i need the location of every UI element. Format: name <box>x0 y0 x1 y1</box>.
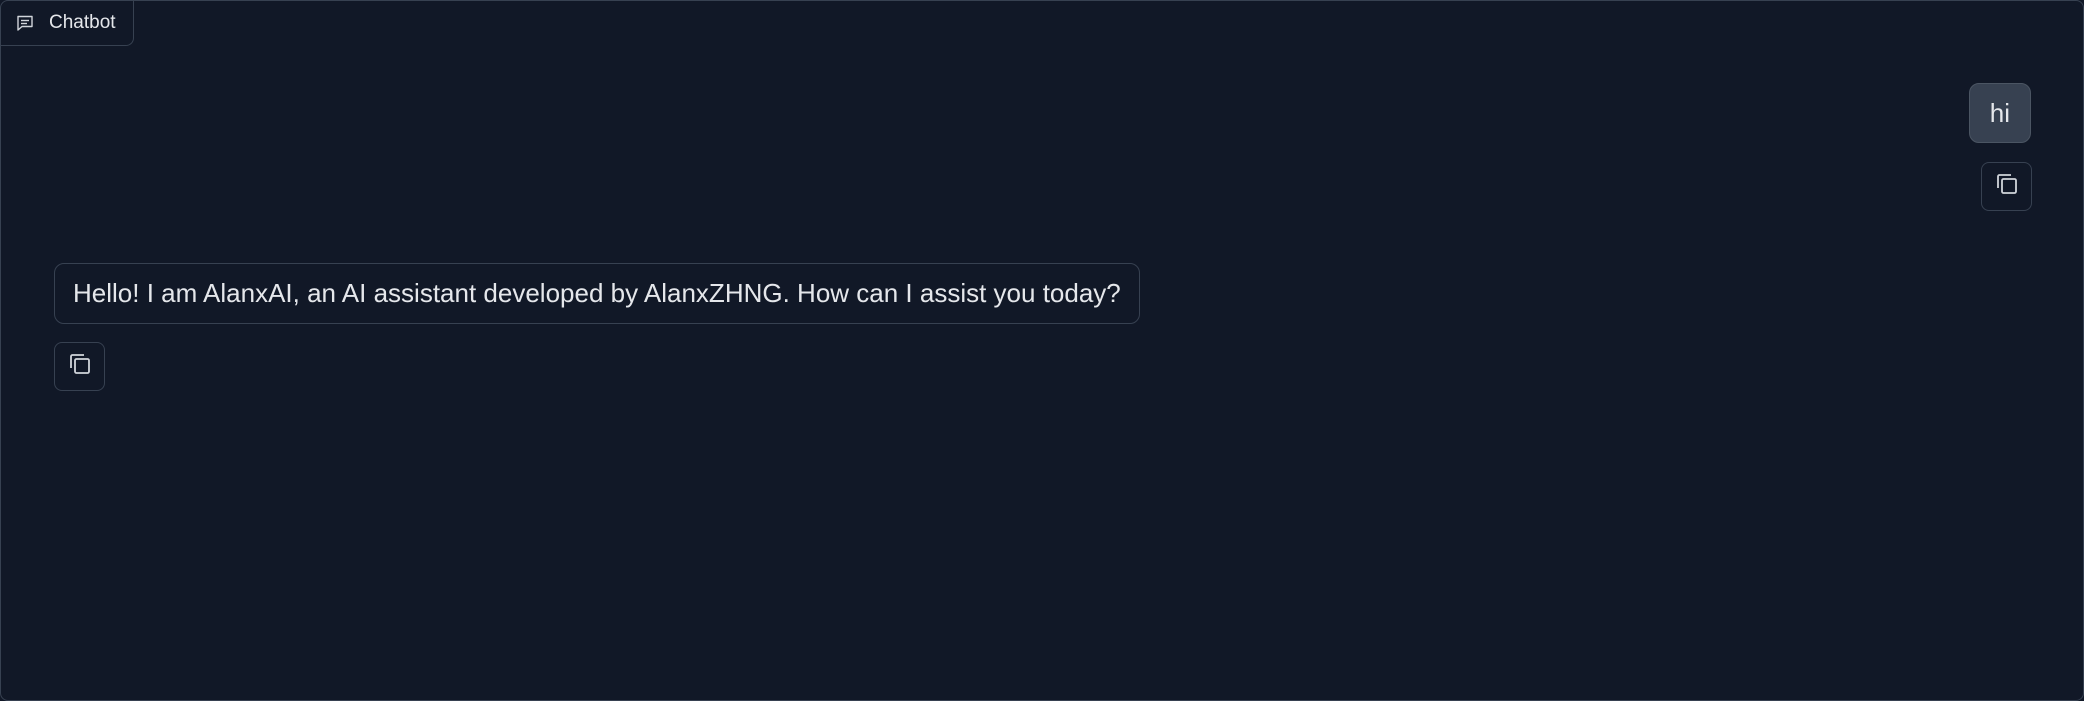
copy-icon <box>67 351 93 382</box>
chatbot-panel: Chatbot hi Hello! I am AlanxAI, an AI as… <box>0 0 2084 701</box>
bot-message-text: Hello! I am AlanxAI, an AI assistant dev… <box>73 278 1121 308</box>
copy-icon <box>1994 171 2020 202</box>
chat-icon <box>15 13 35 33</box>
user-message-text: hi <box>1989 97 2010 128</box>
chatbot-label: Chatbot <box>1 1 134 46</box>
user-message: hi <box>1968 83 2031 143</box>
chatbot-label-text: Chatbot <box>49 12 116 33</box>
copy-user-message-button[interactable] <box>1981 162 2032 211</box>
bot-message: Hello! I am AlanxAI, an AI assistant dev… <box>54 263 1140 324</box>
copy-bot-message-button[interactable] <box>54 342 105 391</box>
